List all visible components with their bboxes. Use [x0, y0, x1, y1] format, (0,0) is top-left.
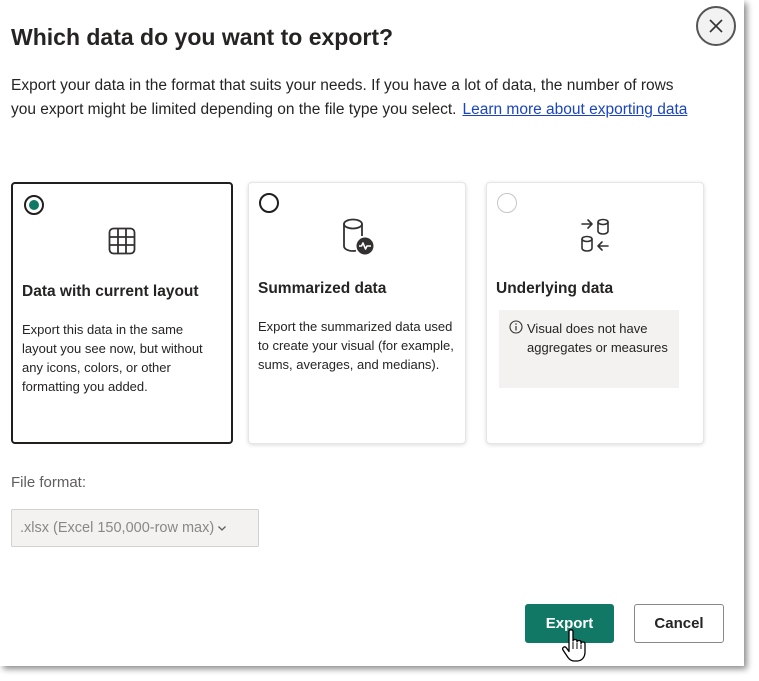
- dialog-description: Export your data in the format that suit…: [11, 74, 701, 122]
- export-dialog: Which data do you want to export? Export…: [0, 0, 744, 666]
- option-card-underlying: Underlying data Visual does not have agg…: [486, 182, 704, 444]
- export-button[interactable]: Export: [525, 604, 614, 643]
- file-format-value: .xlsx (Excel 150,000-row max): [20, 520, 215, 536]
- file-format-label: File format:: [11, 474, 87, 491]
- file-format-select[interactable]: .xlsx (Excel 150,000-row max): [11, 509, 259, 547]
- chevron-down-icon: [218, 526, 227, 531]
- info-text: Visual does not have aggregates or measu…: [527, 321, 668, 355]
- radio-current-layout[interactable]: [24, 195, 44, 215]
- close-button[interactable]: [696, 6, 736, 46]
- database-chart-icon: [343, 218, 374, 255]
- option-title: Data with current layout: [22, 283, 199, 300]
- option-card-current-layout[interactable]: Data with current layout Export this dat…: [11, 182, 233, 444]
- info-message: Visual does not have aggregates or measu…: [499, 310, 679, 388]
- option-description: Export this data in the same layout you …: [22, 322, 203, 394]
- option-card-summarized[interactable]: Summarized data Export the summarized da…: [248, 182, 466, 444]
- database-swap-icon: [581, 218, 609, 252]
- option-title: Underlying data: [496, 280, 614, 297]
- radio-summarized[interactable]: [259, 193, 279, 213]
- info-icon: [509, 320, 523, 334]
- learn-more-link[interactable]: Learn more about exporting data: [462, 101, 687, 118]
- table-icon: [108, 227, 136, 255]
- radio-underlying: [497, 193, 517, 213]
- dialog-title: Which data do you want to export?: [11, 24, 394, 50]
- close-icon: [709, 19, 723, 33]
- cancel-button[interactable]: Cancel: [634, 604, 724, 643]
- option-title: Summarized data: [258, 280, 387, 297]
- option-description: Export the summarized data used to creat…: [258, 319, 454, 372]
